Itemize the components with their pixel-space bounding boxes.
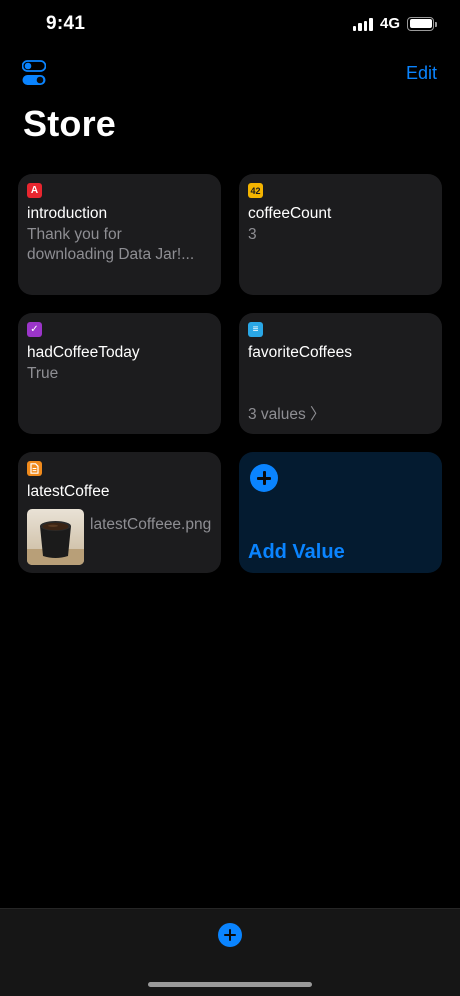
coffee-cup-thumbnail (27, 509, 84, 565)
cellular-signal-icon (352, 17, 373, 31)
status-bar: 9:41 4G (0, 0, 460, 50)
list-type-icon: ≡ (248, 322, 263, 337)
status-indicators: 4G (352, 15, 437, 32)
value-card-introduction[interactable]: A introduction Thank you for downloading… (18, 174, 221, 295)
file-name: latestCoffeee.png (90, 516, 212, 533)
value-card-latest-coffee[interactable]: latestCoffee latestCoffeee.png (18, 452, 221, 573)
text-type-icon: A (27, 183, 42, 198)
plus-circle-icon (250, 464, 278, 492)
values-grid: A introduction Thank you for downloading… (18, 174, 442, 573)
value-card-had-coffee-today[interactable]: ✓ hadCoffeeToday True (18, 313, 221, 434)
add-value-card[interactable]: Add Value (239, 452, 442, 573)
card-key: hadCoffeeToday (27, 344, 140, 361)
home-indicator[interactable] (148, 982, 312, 987)
bottom-toolbar (0, 908, 460, 996)
card-key: latestCoffee (27, 483, 110, 500)
values-count-link[interactable]: 3 values 〉 (248, 402, 326, 424)
card-value: Thank you for downloading Data Jar!... (27, 226, 195, 263)
card-key: coffeeCount (248, 205, 332, 222)
page-title: Store (23, 103, 117, 144)
file-type-icon (27, 461, 42, 476)
card-value: 3 (248, 226, 257, 243)
image-preview-row: latestCoffeee.png (27, 509, 212, 565)
add-value-label: Add Value (248, 541, 345, 563)
toggles-icon[interactable] (22, 60, 46, 86)
card-key: introduction (27, 205, 108, 222)
card-value: True (27, 365, 59, 382)
edit-button[interactable]: Edit (406, 63, 437, 84)
number-type-icon: 42 (248, 183, 263, 198)
value-card-favorite-coffees[interactable]: ≡ favoriteCoffees 3 values 〉 (239, 313, 442, 434)
battery-icon (407, 16, 437, 31)
network-type: 4G (379, 15, 400, 32)
add-button[interactable] (218, 923, 242, 947)
card-key: favoriteCoffees (248, 344, 352, 361)
boolean-type-icon: ✓ (27, 322, 42, 337)
value-card-coffee-count[interactable]: 42 coffeeCount 3 (239, 174, 442, 295)
status-time: 9:41 (46, 13, 86, 34)
